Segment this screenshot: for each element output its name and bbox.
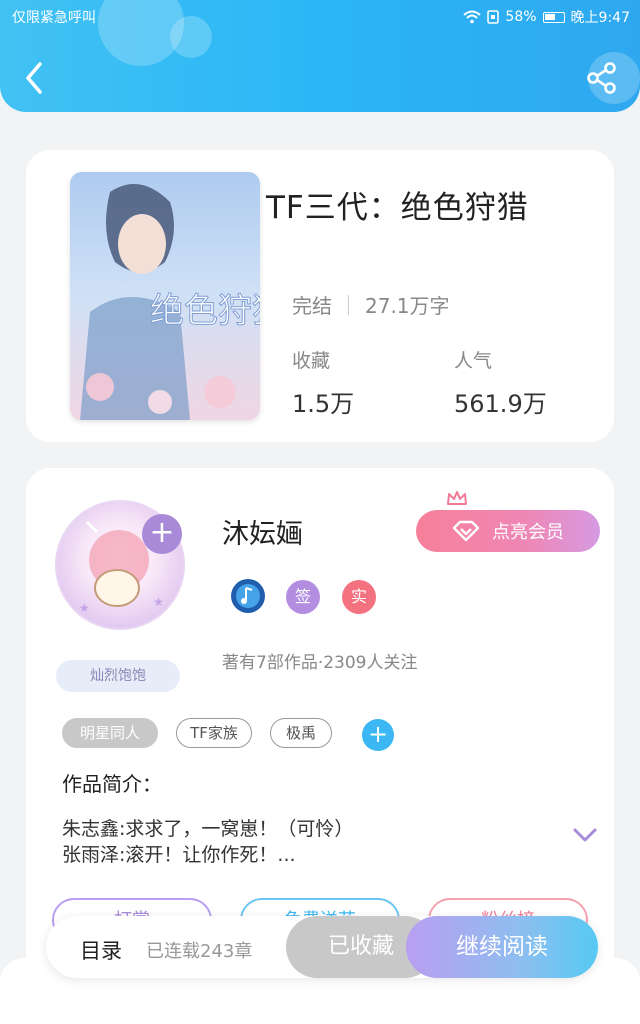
- favorites-label: 收藏: [292, 350, 331, 372]
- chevron-down-icon[interactable]: [572, 826, 598, 844]
- book-title: TF三代：绝色狩猎: [266, 190, 529, 226]
- music-badge-icon: [231, 579, 265, 613]
- sim-icon: [487, 10, 500, 24]
- share-icon[interactable]: [584, 60, 620, 96]
- sign-badge: 签: [286, 580, 320, 614]
- popularity-value: 561.9万: [454, 390, 547, 418]
- author-info: 著有7部作品·2309人关注: [222, 653, 418, 673]
- author-name[interactable]: 沐妘婳: [222, 512, 303, 551]
- follow-plus-button[interactable]: +: [142, 514, 182, 554]
- vip-button-label: 点亮会员: [492, 522, 564, 543]
- table-of-contents-link[interactable]: 目录: [80, 935, 122, 965]
- svg-text:★: ★: [153, 595, 164, 609]
- tag-item[interactable]: 明星同人: [62, 718, 158, 748]
- intro-heading: 作品简介：: [62, 772, 162, 796]
- svg-text:★: ★: [79, 601, 90, 615]
- tag-item[interactable]: 极禹: [270, 718, 332, 748]
- chevron-left-icon[interactable]: [18, 58, 54, 98]
- continue-reading-button[interactable]: 继续阅读: [406, 916, 598, 978]
- battery-icon: [542, 11, 565, 23]
- cover-illustration: 绝色狩猎: [70, 172, 260, 420]
- crown-icon: [447, 491, 467, 505]
- favorites-value: 1.5万: [292, 390, 355, 418]
- author-title-badge: 灿烈饱饱: [56, 660, 180, 692]
- wifi-icon: [463, 10, 482, 24]
- intro-line: 朱志鑫:求求了，一窝崽！（可怜）: [62, 818, 354, 840]
- popularity-label: 人气: [454, 350, 493, 372]
- header: 仅限紧急呼叫 58% 晚上9:47: [0, 0, 640, 112]
- status-carrier: 仅限紧急呼叫: [12, 10, 96, 26]
- tag-item[interactable]: TF家族: [176, 718, 252, 748]
- diamond-icon: [452, 520, 480, 542]
- word-count: 27.1万字: [365, 294, 450, 318]
- status-bar: 仅限紧急呼叫 58% 晚上9:47: [0, 0, 640, 32]
- book-cover[interactable]: 绝色狩猎: [70, 172, 260, 420]
- status-time: 晚上9:47: [570, 10, 630, 26]
- cover-title: 绝色狩猎: [150, 292, 260, 330]
- intro-line: 张雨泽:滚开！让你作死！...: [62, 844, 296, 866]
- real-name-badge: 实: [342, 580, 376, 614]
- book-meta: 完结 27.1万字: [292, 290, 450, 319]
- divider: [348, 294, 349, 315]
- serial-status: 已连载243章: [146, 941, 253, 962]
- vip-button[interactable]: 点亮会员: [416, 510, 600, 552]
- battery-percent: 58%: [505, 9, 537, 25]
- add-tag-button[interactable]: +: [362, 719, 394, 751]
- book-status: 完结: [292, 294, 332, 318]
